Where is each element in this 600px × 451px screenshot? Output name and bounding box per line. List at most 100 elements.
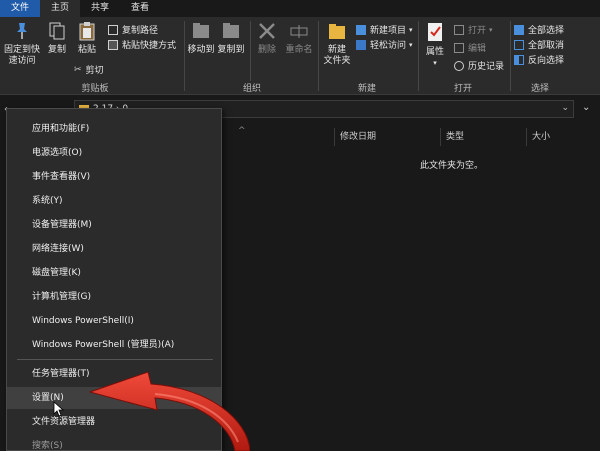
new-group-label: 新建: [357, 84, 376, 94]
tab-file[interactable]: 文件: [0, 0, 40, 17]
easy-access-label: 轻松访问: [370, 41, 407, 51]
group-divider: [418, 21, 419, 91]
clipboard-icon: [79, 22, 95, 41]
menu-item-computer-management[interactable]: 计算机管理(G): [7, 286, 221, 308]
copy-to-label: 复制到: [217, 45, 245, 55]
paste-shortcut-icon: [108, 39, 118, 50]
group-divider: [250, 21, 251, 81]
easy-access-icon: [356, 39, 366, 50]
properties-button[interactable]: 属性 ▾: [420, 21, 450, 69]
history-label: 历史记录: [468, 62, 505, 72]
edit-label: 编辑: [468, 44, 487, 54]
move-to-icon: [193, 23, 209, 38]
open-group-label: 打开: [453, 84, 472, 94]
column-size[interactable]: 大小: [532, 128, 550, 146]
delete-button[interactable]: 删除: [254, 21, 280, 56]
paste-shortcut-label: 粘贴快捷方式: [122, 41, 177, 51]
delete-x-icon: [259, 23, 275, 39]
menu-item-powershell-admin[interactable]: Windows PowerShell (管理员)(A): [7, 334, 221, 356]
paste-label: 粘贴: [77, 45, 96, 55]
copy-icon: [49, 22, 65, 40]
menu-item-apps-features[interactable]: 应用和功能(F): [7, 118, 221, 140]
sort-up-icon: ^: [238, 126, 246, 136]
ribbon-tab-bar: 文件 主页 共享 查看: [0, 0, 600, 17]
rename-label: 重命名: [285, 45, 313, 55]
menu-item-event-viewer[interactable]: 事件查看器(V): [7, 166, 221, 188]
select-all-icon: [514, 24, 524, 35]
pin-label: 固定到快 速访问: [3, 45, 40, 66]
menu-item-network[interactable]: 网络连接(W): [7, 238, 221, 260]
new-folder-icon: [329, 24, 345, 39]
refresh-icon[interactable]: ⌄: [582, 102, 590, 113]
group-divider: [318, 21, 319, 91]
history-icon: [454, 60, 464, 71]
menu-divider: [17, 359, 213, 360]
ribbon: 固定到快 速访问 复制 粘贴 复制路径 粘贴快捷方式 ✂ 剪切 剪贴板 移动到 …: [0, 17, 600, 95]
column-type[interactable]: 类型: [446, 128, 464, 146]
copy-path-button[interactable]: 复制路径: [108, 23, 158, 36]
new-item-label: 新建项目: [370, 26, 407, 36]
menu-item-powershell[interactable]: Windows PowerShell(I): [7, 310, 221, 332]
menu-item-system[interactable]: 系统(Y): [7, 190, 221, 212]
new-item-button[interactable]: 新建项目 ▾: [356, 23, 413, 36]
empty-folder-message: 此文件夹为空。: [420, 161, 484, 171]
pin-icon: [17, 23, 27, 39]
select-all-label: 全部选择: [528, 26, 565, 36]
new-item-icon: [356, 24, 366, 35]
menu-item-disk-management[interactable]: 磁盘管理(K): [7, 262, 221, 284]
tab-share[interactable]: 共享: [80, 0, 120, 17]
copy-to-button[interactable]: 复制到: [216, 21, 246, 56]
copy-button[interactable]: 复制: [44, 21, 70, 56]
select-group-label: 选择: [530, 84, 549, 94]
column-divider: [526, 128, 527, 146]
paste-button[interactable]: 粘贴: [74, 21, 100, 56]
copy-path-icon: [108, 24, 118, 35]
select-none-label: 全部取消: [528, 41, 565, 51]
chevron-down-icon[interactable]: ⌄: [561, 103, 569, 113]
paste-shortcut-button[interactable]: 粘贴快捷方式: [108, 38, 176, 51]
organize-group-label: 组织: [242, 84, 261, 94]
open-button[interactable]: 打开 ▾: [454, 23, 493, 36]
red-arrow-annotation-icon: [88, 371, 250, 451]
dropdown-arrow-icon: ▾: [433, 59, 437, 67]
invert-selection-button[interactable]: 反向选择: [514, 53, 564, 66]
rename-button[interactable]: 重命名: [284, 21, 314, 56]
menu-item-device-manager[interactable]: 设备管理器(M): [7, 214, 221, 236]
dropdown-arrow-icon: ▾: [409, 40, 413, 49]
invert-selection-icon: [514, 54, 524, 65]
select-none-icon: [514, 39, 524, 50]
group-divider: [184, 21, 185, 91]
tab-home[interactable]: 主页: [40, 0, 80, 17]
history-button[interactable]: 历史记录: [454, 59, 504, 72]
select-none-button[interactable]: 全部取消: [514, 38, 564, 51]
copy-label: 复制: [47, 45, 66, 55]
open-label: 打开: [468, 26, 487, 36]
properties-icon: [428, 23, 442, 41]
edit-icon: [454, 42, 464, 53]
move-to-button[interactable]: 移动到: [186, 21, 216, 56]
delete-label: 删除: [257, 45, 276, 55]
menu-item-power-options[interactable]: 电源选项(O): [7, 142, 221, 164]
cut-label: 剪切: [85, 66, 104, 76]
clipboard-group-label: 剪贴板: [81, 84, 109, 94]
column-modified[interactable]: 修改日期: [340, 128, 376, 146]
column-divider: [334, 128, 335, 146]
new-folder-label: 新建 文件夹: [323, 45, 351, 66]
select-all-button[interactable]: 全部选择: [514, 23, 564, 36]
column-divider: [440, 128, 441, 146]
scissors-icon: ✂: [74, 64, 82, 75]
copy-path-label: 复制路径: [122, 26, 159, 36]
copy-to-icon: [223, 23, 239, 38]
dropdown-arrow-icon: ▾: [409, 25, 413, 34]
cut-button[interactable]: ✂ 剪切: [74, 63, 104, 77]
dropdown-arrow-icon: ▾: [489, 25, 493, 34]
move-to-label: 移动到: [187, 45, 215, 55]
properties-label: 属性: [425, 47, 444, 57]
new-folder-button[interactable]: 新建 文件夹: [320, 21, 354, 67]
group-divider: [510, 21, 511, 91]
invert-selection-label: 反向选择: [528, 56, 565, 66]
edit-button[interactable]: 编辑: [454, 41, 486, 54]
pin-quick-access-button[interactable]: 固定到快 速访问: [2, 21, 42, 67]
tab-view[interactable]: 查看: [120, 0, 160, 17]
easy-access-button[interactable]: 轻松访问 ▾: [356, 38, 413, 51]
